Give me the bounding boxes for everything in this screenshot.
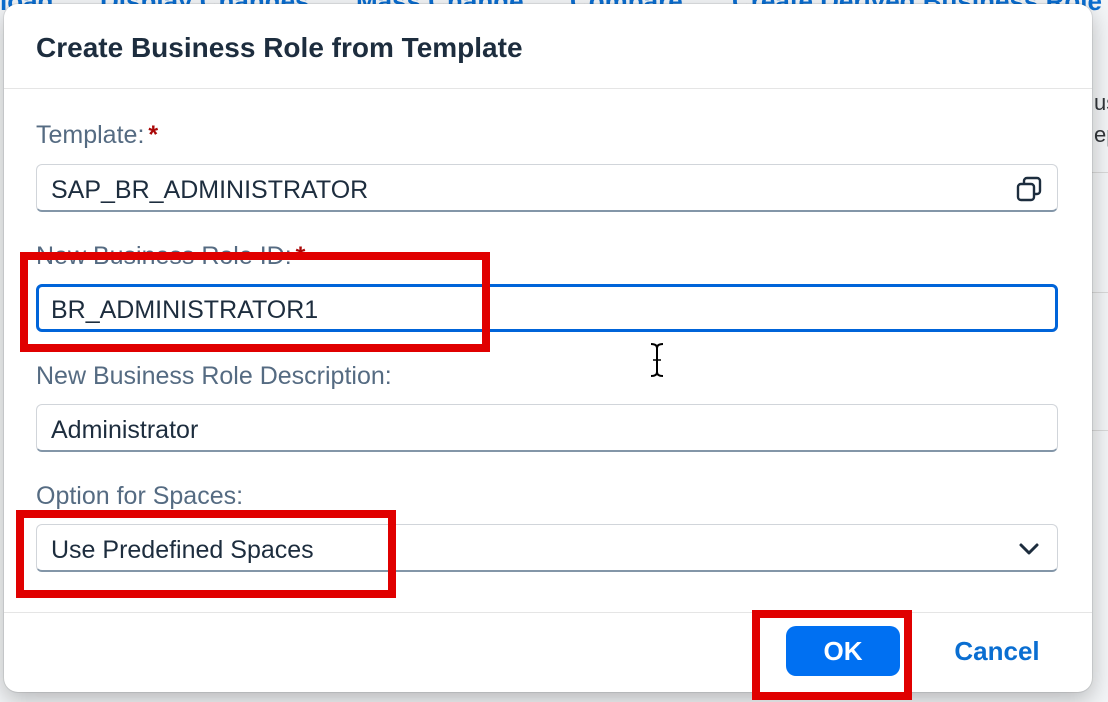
dialog-header: Create Business Role from Template — [4, 4, 1092, 89]
spaces-select[interactable]: Use Predefined Spaces — [36, 524, 1058, 572]
dialog-footer — [4, 612, 1092, 693]
chevron-down-icon[interactable] — [1015, 535, 1043, 563]
template-value: SAP_BR_ADMINISTRATOR — [51, 176, 369, 204]
background-text-fragment: us — [1094, 90, 1108, 115]
template-field[interactable]: SAP_BR_ADMINISTRATOR — [36, 164, 1058, 212]
required-marker: * — [148, 121, 159, 149]
template-label: Template: * — [36, 121, 158, 150]
create-business-role-dialog: Create Business Role from Template Templ… — [4, 4, 1092, 692]
copy-icon[interactable] — [1015, 175, 1043, 203]
description-input[interactable]: Administrator — [36, 404, 1058, 452]
background-text-fragment: ep — [1094, 122, 1108, 147]
spaces-label: Option for Spaces: — [36, 482, 244, 510]
required-marker: * — [295, 242, 306, 270]
spaces-selected-value: Use Predefined Spaces — [51, 536, 314, 564]
role-id-label-text: New Business Role ID: — [36, 242, 292, 270]
description-label: New Business Role Description: — [36, 362, 392, 390]
description-value: Administrator — [51, 416, 199, 444]
background-divider — [1092, 430, 1108, 431]
role-id-value: BR_ADMINISTRATOR1 — [51, 296, 319, 324]
dialog-title: Create Business Role from Template — [36, 32, 523, 63]
background-divider — [1092, 172, 1108, 173]
ok-button[interactable]: OK — [786, 626, 900, 676]
role-id-label: New Business Role ID: * — [36, 242, 305, 271]
text-cursor-icon — [650, 343, 664, 377]
role-id-input[interactable]: BR_ADMINISTRATOR1 — [36, 284, 1058, 332]
background-divider — [1092, 292, 1108, 293]
cancel-button[interactable]: Cancel — [936, 626, 1058, 676]
template-label-text: Template: — [36, 121, 145, 149]
